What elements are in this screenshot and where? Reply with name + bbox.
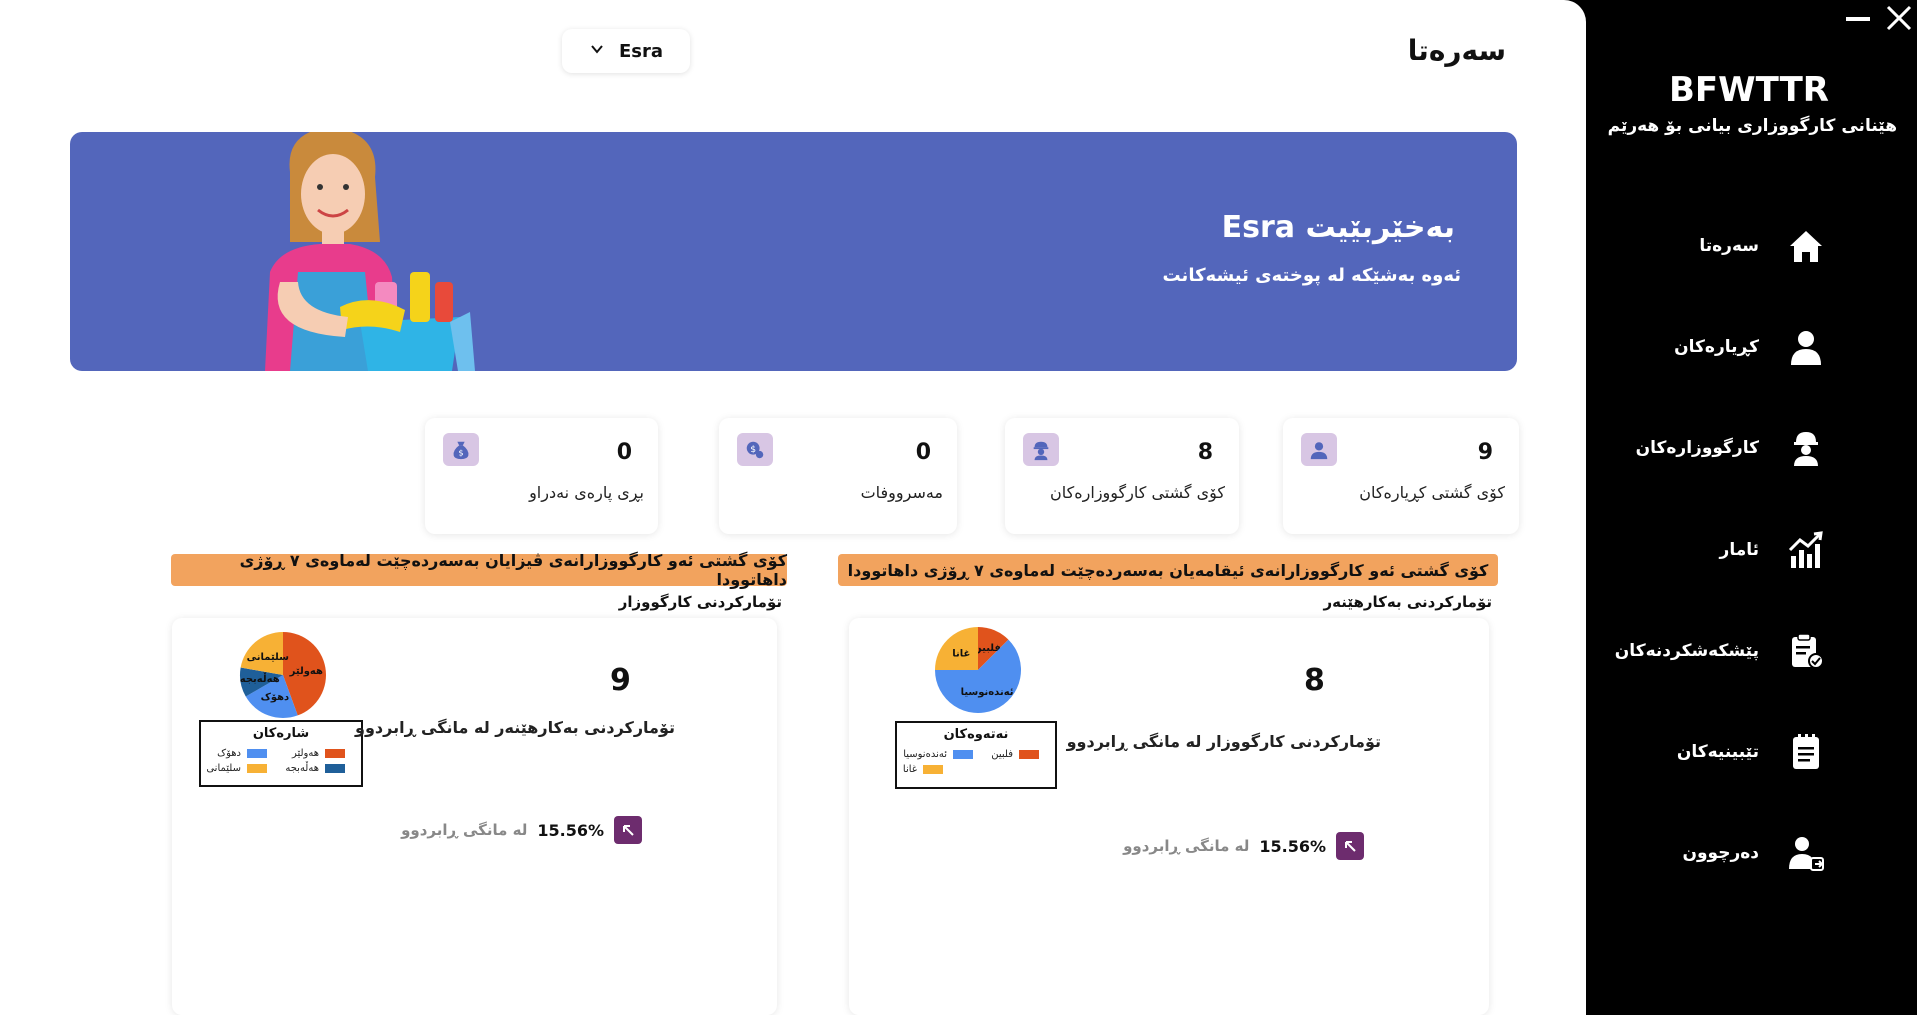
trend-text: لە مانگی ڕابردوو — [401, 821, 528, 839]
worker-registration-trend: 15.56% لە مانگی ڕابردوو — [401, 816, 642, 844]
worker-registration-count: 9 — [610, 663, 631, 698]
worker-registration-panel: هەولێر دهۆک هەڵەبجە سلێمانی شارەکان هەولێر … — [172, 618, 777, 1015]
sidebar-item-label: کڕیارەکان — [1674, 337, 1759, 357]
city-legend: شارەکان هەولێر دهۆک هەڵەبجە سلێمانی — [199, 720, 363, 787]
worker-icon — [1023, 433, 1059, 466]
pie-slice-label: هەولێر — [289, 666, 323, 677]
arrow-up-left-icon — [1336, 832, 1364, 860]
sidebar-item-statistics[interactable]: ئامار — [1527, 520, 1827, 580]
banner-subtitle: ئەوە بەشێکە لە پوختەی ئیشەکانت — [1162, 265, 1462, 286]
sidebar-item-label: پێشکەشکردنەکان — [1614, 641, 1759, 661]
close-button[interactable] — [1885, 4, 1913, 32]
trend-percent: 15.56% — [537, 820, 604, 840]
legend-item: هەڵەبجە — [285, 763, 345, 774]
stat-value: 0 — [915, 440, 931, 465]
pie-slice-label: غانا — [952, 648, 970, 659]
stat-label: کۆی گشتی کارگووزارەکان — [1050, 483, 1225, 502]
stat-label: بڕی پارەی نەدراو — [529, 483, 644, 502]
nationality-pie-chart: فلبینئەندەنوسیاغانا — [935, 627, 1021, 713]
cleaning-woman-illustration — [265, 132, 475, 371]
pie-slice-label: دهۆک — [261, 692, 290, 703]
residency-expiry-header: کۆی گشتی ئەو کارگووزارانەی ئیقامەیان بەس… — [838, 554, 1498, 586]
sidebar-item-label: سەرەتا — [1699, 236, 1759, 256]
legend-title: شارەکان — [252, 726, 310, 741]
trend-percent: 15.56% — [1259, 836, 1326, 856]
money-bag-icon: $ — [443, 433, 479, 466]
worker-registration-title: تۆمارکردنی کارگووزار — [618, 593, 782, 611]
pie-slice-label: سلێمانی — [247, 652, 289, 663]
stat-label: مەسرووفات — [860, 483, 943, 502]
svg-text:$: $ — [458, 447, 463, 457]
brand-title: BFWTTR — [1669, 70, 1829, 110]
welcome-banner: بەخێربێیت Esra ئەوە بەشێکە لە پوختەی ئیش… — [70, 132, 1517, 371]
legend-item: هەولێر — [292, 748, 345, 759]
stat-value: 0 — [616, 440, 632, 465]
sidebar-item-customers[interactable]: کڕیارەکان — [1527, 317, 1827, 377]
main-panel: Esra سەرەتا بەخێربێیت Esra ئەوە بەشێکە ل… — [0, 0, 1586, 1015]
nationality-legend: نەتەوەکان فلبین ئەندەنوسیا غانا — [895, 721, 1057, 789]
legend-item: فلبین — [991, 749, 1039, 760]
user-registration-trend: 15.56% لە مانگی ڕابردوو — [1123, 832, 1364, 860]
chart-icon — [1785, 529, 1827, 571]
legend-item: ئەندەنوسیا — [903, 749, 973, 760]
user-registration-title: تۆمارکردنی بەکارهێنەر — [1323, 593, 1492, 611]
user-registration-desc: تۆمارکردنی کارگووزار لە مانگی ڕابردوو — [1066, 732, 1381, 751]
home-icon — [1785, 225, 1827, 267]
stat-card-workers: 8 کۆی گشتی کارگووزارەکان — [1005, 418, 1239, 534]
sidebar-item-label: دەرچوون — [1682, 843, 1759, 863]
sidebar-item-label: ئامار — [1719, 540, 1759, 560]
user-select-dropdown[interactable]: Esra — [562, 29, 690, 73]
sidebar-item-submissions[interactable]: پێشکەشکردنەکان — [1527, 621, 1827, 681]
banner-title: بەخێربێیت Esra — [1221, 210, 1455, 245]
trend-text: لە مانگی ڕابردوو — [1123, 837, 1250, 855]
sidebar-item-logout[interactable]: دەرچوون — [1527, 823, 1827, 883]
brand-subtitle: هێنانی کارگووزاری بیانی بۆ هەرێم — [1607, 116, 1897, 136]
stat-label: کۆی گشتی کڕیارەکان — [1359, 483, 1505, 502]
user-registration-count: 8 — [1304, 663, 1325, 698]
clipboard-check-icon — [1785, 630, 1827, 672]
notes-icon — [1785, 731, 1827, 773]
user-icon — [1785, 326, 1827, 368]
user-select-value: Esra — [618, 40, 664, 62]
stat-value: 8 — [1197, 440, 1213, 465]
legend-item: دهۆک — [217, 748, 267, 759]
logout-icon — [1785, 832, 1827, 874]
stat-card-expenses: $ 0 مەسرووفات — [719, 418, 957, 534]
worker-icon — [1785, 427, 1827, 469]
stat-value: 9 — [1477, 440, 1493, 465]
minimize-icon — [1846, 17, 1870, 21]
legend-item: سلێمانی — [206, 763, 267, 774]
sidebar-item-home[interactable]: سەرەتا — [1527, 216, 1827, 276]
pie-slice-label: هەڵەبجە — [240, 672, 280, 685]
pie-slice-label: ئەندەنوسیا — [961, 687, 1014, 698]
legend-item: غانا — [903, 764, 943, 775]
legend-title: نەتەوەکان — [943, 727, 1009, 742]
arrow-up-left-icon — [614, 816, 642, 844]
city-pie-chart: هەولێر دهۆک هەڵەبجە سلێمانی — [240, 632, 326, 718]
sidebar-item-label: کارگووزارەکان — [1635, 438, 1759, 458]
user-icon — [1301, 433, 1337, 466]
stat-card-customers: 9 کۆی گشتی کڕیارەکان — [1283, 418, 1519, 534]
user-registration-panel: فلبین ئەندەنوسیا غانا نەتەوەکان فلبین ئەند… — [849, 618, 1489, 1015]
worker-registration-desc: تۆمارکردنی بەکارهێنەر لە مانگی ڕابردوو — [355, 718, 675, 737]
svg-text:$: $ — [750, 443, 756, 454]
sidebar-item-workers[interactable]: کارگووزارەکان — [1527, 418, 1827, 478]
page-title: سەرەتا — [1407, 34, 1506, 67]
sidebar-item-notes[interactable]: تێبینیەکان — [1527, 722, 1827, 782]
money-icon: $ — [737, 433, 773, 466]
close-icon — [1886, 5, 1912, 31]
chevron-down-icon — [589, 41, 605, 62]
minimize-button[interactable] — [1844, 4, 1872, 32]
visa-expiry-header: کۆی گشتی ئەو کارگووزارانەی ڤیزایان بەسەر… — [171, 551, 787, 589]
stat-card-unpaid: $ 0 بڕی پارەی نەدراو — [425, 418, 658, 534]
sidebar-item-label: تێبینیەکان — [1676, 742, 1759, 762]
